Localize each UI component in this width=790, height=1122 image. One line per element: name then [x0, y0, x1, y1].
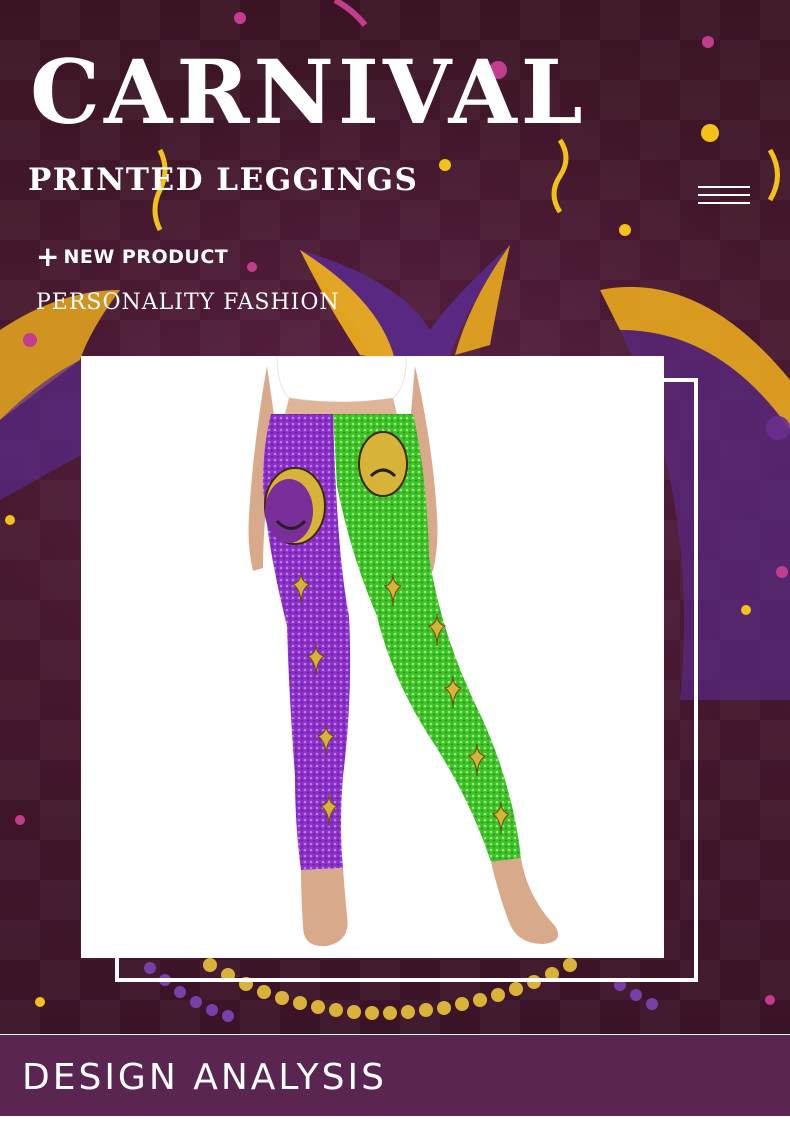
hamburger-menu-icon[interactable] [698, 184, 750, 206]
new-product-tag: + NEW PRODUCT [36, 243, 228, 271]
new-product-label: NEW PRODUCT [63, 246, 229, 268]
product-photo [81, 356, 664, 958]
page-title: CARNIVAL [30, 40, 587, 144]
section-title: DESIGN ANALYSIS [22, 1057, 387, 1098]
hero-banner: CARNIVAL PRINTED LEGGINGS + NEW PRODUCT … [0, 0, 790, 1034]
section-header-band: DESIGN ANALYSIS [0, 1034, 790, 1116]
plus-icon: + [36, 240, 60, 273]
page-subtitle: PRINTED LEGGINGS [28, 162, 419, 198]
leggings-illustration [248, 356, 559, 947]
page: CARNIVAL PRINTED LEGGINGS + NEW PRODUCT … [0, 0, 790, 1122]
fashion-tagline: PERSONALITY FASHION [36, 290, 340, 315]
